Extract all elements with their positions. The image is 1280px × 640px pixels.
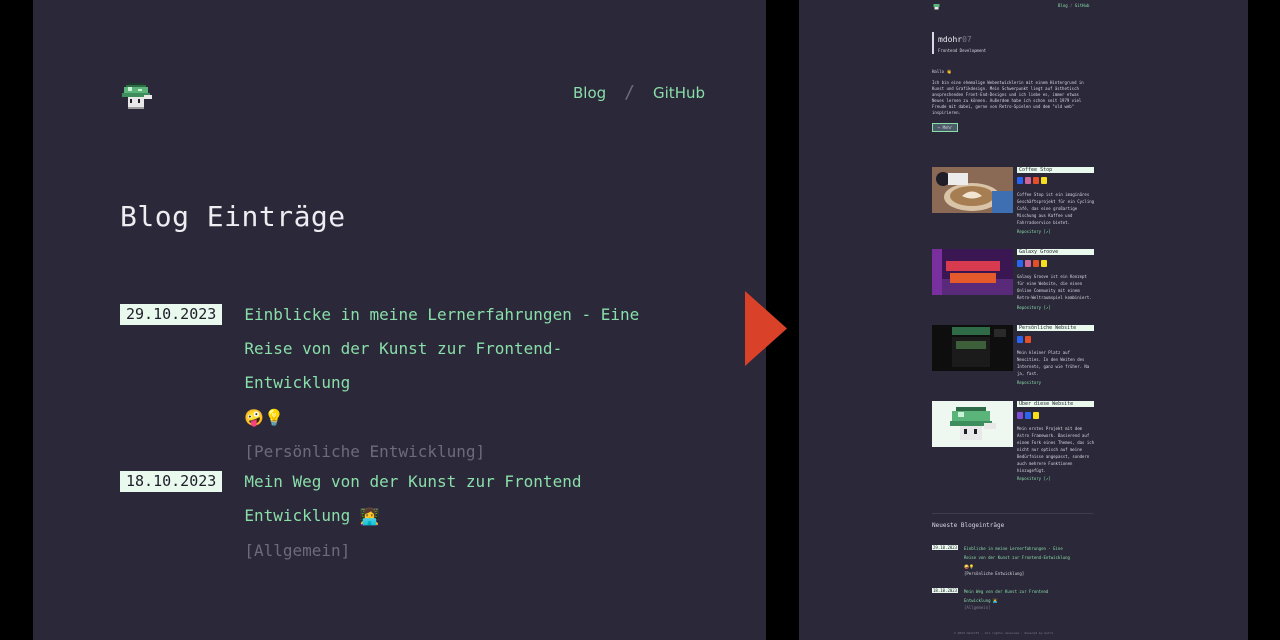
galaxy-groove-image[interactable] — [932, 249, 1013, 295]
project-repo-link[interactable]: Repository [↗] — [1017, 229, 1051, 234]
post-emojis: 🤪💡 — [244, 407, 285, 427]
project-description: Mein kleiner Platz auf Neocities. In den… — [1017, 350, 1090, 376]
tech-icons — [1017, 336, 1031, 343]
astro-icon — [1017, 412, 1023, 419]
post-body: Mein Weg von der Kunst zur Frontend Entw… — [244, 465, 604, 568]
nav-link-github[interactable]: GitHub — [1075, 3, 1089, 8]
nav-link-github[interactable]: GitHub — [653, 84, 705, 102]
post-date: 29.10.2023 — [120, 304, 223, 325]
blog-post-entry: 18.10.2023 Mein Weg von der Kunst zur Fr… — [120, 465, 604, 568]
html-icon — [1025, 336, 1031, 343]
post-date: 18.10.2023 — [120, 471, 223, 492]
js-icon — [1041, 260, 1047, 267]
section-divider — [932, 513, 1093, 514]
profile-role: Frontend Development — [938, 48, 987, 53]
coffee-stop-image[interactable] — [932, 167, 1013, 213]
post-title-link[interactable]: Einblicke in meine Lernerfahrungen - Ein… — [964, 544, 1074, 571]
tech-icons — [1017, 412, 1039, 419]
nav-separator: / — [1070, 3, 1073, 8]
js-icon — [1041, 177, 1047, 184]
post-emojis: 👩‍💻 — [992, 598, 998, 603]
post-tag[interactable]: [Persönliche Entwicklung] — [244, 435, 664, 469]
about-website-image[interactable] — [932, 401, 1013, 447]
project-repo-link[interactable]: Repository [↗] — [1017, 476, 1051, 481]
post-tag[interactable]: [Persönliche Entwicklung] — [964, 571, 1024, 577]
html-icon — [1033, 260, 1039, 267]
post-body: Einblicke in meine Lernerfahrungen - Ein… — [244, 298, 664, 469]
tech-icons — [1017, 260, 1047, 267]
blog-post-entry: 29.10.2023 Einblicke in meine Lernerfahr… — [120, 298, 664, 469]
sass-icon — [1025, 177, 1031, 184]
post-tag[interactable]: [Allgemein] — [964, 605, 991, 611]
post-title-link[interactable]: Mein Weg von der Kunst zur Frontend Entw… — [244, 465, 604, 534]
post-title-text[interactable]: Mein Weg von der Kunst zur Frontend Entw… — [244, 472, 581, 525]
nav-separator: / — [624, 82, 636, 103]
post-title-text[interactable]: Einblicke in meine Lernerfahrungen - Ein… — [244, 305, 639, 392]
page-title: Blog Einträge — [120, 200, 346, 233]
project-title[interactable]: Persönliche Website — [1017, 325, 1094, 331]
nav-link-blog[interactable]: Blog — [573, 84, 606, 102]
post-title-link[interactable]: Einblicke in meine Lernerfahrungen - Ein… — [244, 298, 664, 435]
post-emojis: 👩‍💻 — [359, 506, 380, 526]
post-date: 18.10.2023 — [932, 588, 959, 593]
project-title[interactable]: Coffee Stop — [1017, 167, 1094, 173]
more-button[interactable]: → Mehr — [932, 123, 958, 132]
project-repo-link[interactable]: Repository — [1017, 380, 1041, 385]
css-icon — [1025, 412, 1031, 419]
post-emojis: 🤪💡 — [964, 564, 974, 569]
css-icon — [1017, 336, 1023, 343]
post-tag[interactable]: [Allgemein] — [244, 534, 604, 568]
html-icon — [1033, 177, 1039, 184]
sass-icon — [1025, 260, 1031, 267]
post-title-link[interactable]: Mein Weg von der Kunst zur Frontend Entw… — [964, 587, 1054, 605]
arrow-right-icon — [745, 291, 787, 366]
project-description: Galaxy Groove ist ein Konzept für eine W… — [1017, 274, 1092, 300]
pixel-mushroom-icon[interactable] — [120, 81, 154, 113]
blog-page-zoomed: Blog / GitHub Blog Einträge 29.10.2023 E… — [33, 0, 766, 640]
css-icon — [1017, 260, 1023, 267]
tech-icons — [1017, 177, 1047, 184]
recent-posts-heading: Neueste Blogeinträge — [932, 522, 1005, 529]
post-date: 29.10.2023 — [932, 545, 959, 550]
profile-bar — [932, 32, 934, 54]
post-title-text[interactable]: Einblicke in meine Lernerfahrungen - Ein… — [964, 546, 1070, 560]
nav-link-blog[interactable]: Blog — [1058, 3, 1068, 8]
main-nav: Blog / GitHub — [573, 82, 705, 103]
footer: © 2023 mdohr07 · All rights reserved · P… — [954, 631, 1054, 635]
js-icon — [1033, 412, 1039, 419]
personal-website-image[interactable] — [932, 325, 1013, 371]
project-title[interactable]: Galaxy Groove — [1017, 249, 1094, 255]
pixel-mushroom-icon[interactable] — [932, 3, 941, 11]
project-description: Coffee Stop ist ein imaginäres Geschäfts… — [1017, 192, 1095, 225]
overview-nav: Blog / GitHub — [1058, 3, 1089, 9]
homepage-overview: Blog / GitHub mdohr07 Frontend Developme… — [799, 0, 1248, 640]
intro-text: Ich bin eine ehemalige Webentwicklerin m… — [932, 80, 1084, 115]
intro-greeting: Hallo 👋 — [932, 69, 952, 74]
css-icon — [1017, 177, 1023, 184]
profile-name: mdohr07 — [938, 35, 972, 44]
project-description: Mein erstes Projekt mit dem Astro Framew… — [1017, 426, 1095, 473]
post-title-text[interactable]: Mein Weg von der Kunst zur Frontend Entw… — [964, 589, 1048, 603]
project-repo-link[interactable]: Repository [↗] — [1017, 305, 1051, 310]
project-title[interactable]: Über diese Website — [1017, 401, 1094, 407]
